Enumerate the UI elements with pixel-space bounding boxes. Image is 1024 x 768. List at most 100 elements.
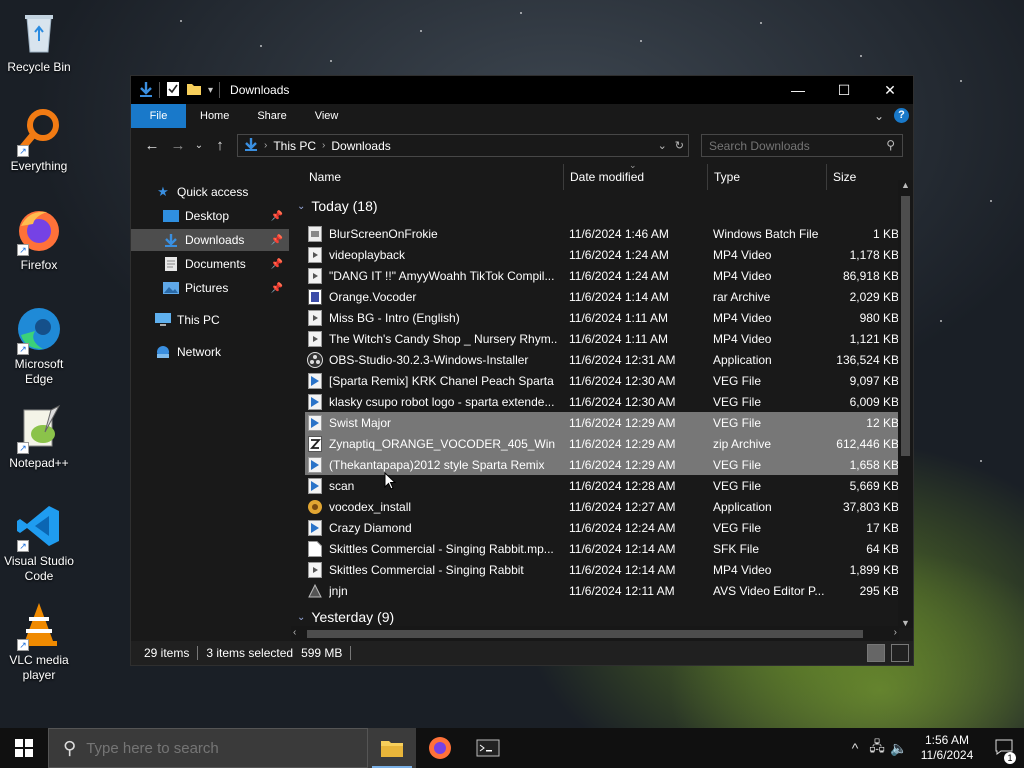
details-view-button[interactable] <box>867 644 885 662</box>
batch-file-icon <box>307 225 323 242</box>
file-row[interactable]: Skittles Commercial - Singing Rabbit.mp.… <box>305 538 903 559</box>
back-button[interactable]: ← <box>139 137 165 154</box>
notification-center-button[interactable]: 1 <box>984 739 1024 764</box>
maximize-button[interactable]: ☐ <box>821 76 867 104</box>
properties-icon[interactable] <box>166 81 180 100</box>
taskbar-search-box[interactable]: ⚲ <box>48 728 368 768</box>
desktop-icon-vscode[interactable]: ↗ Visual Studio Code <box>0 502 78 584</box>
scroll-up-icon[interactable]: ▲ <box>901 180 910 190</box>
nav-item-documents[interactable]: Documents 📌 <box>131 253 289 275</box>
new-folder-icon[interactable] <box>186 82 202 99</box>
file-row[interactable]: Miss BG - Intro (English) 11/6/2024 1:11 … <box>305 307 903 328</box>
group-header-yesterday[interactable]: ⌄ Yesterday (9) <box>297 609 394 625</box>
horizontal-scrollbar[interactable]: ‹ › <box>291 626 899 642</box>
file-row[interactable]: The Witch's Candy Shop _ Nursery Rhym...… <box>305 328 903 349</box>
nav-this-pc[interactable]: This PC <box>131 309 289 331</box>
file-row[interactable]: Swist Major 11/6/2024 12:29 AM VEG File 12 … <box>305 412 903 433</box>
video-file-icon <box>307 246 323 263</box>
customize-quick-access-icon[interactable]: ▾ <box>208 85 213 96</box>
file-row[interactable]: Orange.Vocoder 11/6/2024 1:14 AM rar Archi… <box>305 286 903 307</box>
column-size[interactable]: Size <box>827 169 856 191</box>
refresh-icon[interactable]: ↻ <box>675 139 684 152</box>
group-header-today[interactable]: ⌄ Today (18) <box>297 198 378 214</box>
file-row[interactable]: Crazy Diamond 11/6/2024 12:24 AM VEG File 1… <box>305 517 903 538</box>
file-row[interactable]: jnjn 11/6/2024 12:11 AM AVS Video Editor P… <box>305 580 903 601</box>
large-icons-view-button[interactable] <box>891 644 909 662</box>
file-row[interactable]: vocodex_install 11/6/2024 12:27 AM Applica… <box>305 496 903 517</box>
help-button[interactable]: ? <box>894 108 909 123</box>
tab-home[interactable]: Home <box>186 104 243 128</box>
scroll-left-icon[interactable]: ‹ <box>293 627 296 638</box>
up-button[interactable]: ↑ <box>207 137 233 154</box>
pin-icon: 📌 <box>270 282 283 294</box>
file-row[interactable]: "DANG IT !!" AmyyWoahh TikTok Compil... 1… <box>305 265 903 286</box>
address-history-icon[interactable]: ⌄ <box>658 139 667 152</box>
file-row[interactable]: videoplayback 11/6/2024 1:24 AM MP4 Video 1… <box>305 244 903 265</box>
scroll-right-icon[interactable]: › <box>894 627 897 638</box>
nav-quick-access[interactable]: ★ Quick access <box>131 181 289 203</box>
nav-network[interactable]: Network <box>131 341 289 363</box>
show-hidden-icons-icon[interactable]: ^ <box>844 740 866 756</box>
vertical-scrollbar[interactable]: ▲ ▼ <box>898 180 913 628</box>
recent-locations-button[interactable]: ⌄ <box>191 140 207 151</box>
file-name: scan <box>329 478 355 493</box>
taskbar-firefox[interactable] <box>416 728 464 768</box>
file-row[interactable]: BlurScreenOnFrokie 11/6/2024 1:46 AM Windo… <box>305 223 903 244</box>
terminal-icon <box>476 739 500 757</box>
volume-icon[interactable]: 🔈 <box>888 740 910 757</box>
address-bar[interactable]: › This PC › Downloads ⌄ ↻ <box>237 134 689 157</box>
nav-item-pictures[interactable]: Pictures 📌 <box>131 277 289 299</box>
desktop-icon-firefox[interactable]: ↗ Firefox <box>0 206 78 273</box>
column-type[interactable]: Type <box>708 169 740 191</box>
close-button[interactable]: ✕ <box>867 76 913 104</box>
column-name[interactable]: Name <box>303 169 341 191</box>
notepad-plus-plus-icon: ↗ <box>15 404 63 454</box>
file-row[interactable]: Zynaptiq_ORANGE_VOCODER_405_Win 11/6/2024… <box>305 433 903 454</box>
horizontal-scroll-thumb[interactable] <box>307 630 863 638</box>
file-type: MP4 Video <box>713 310 772 325</box>
forward-button[interactable]: → <box>165 137 191 154</box>
file-size: 12 KB <box>866 415 899 430</box>
file-name: klasky csupo robot logo - sparta extende… <box>329 394 555 409</box>
breadcrumb-this-pc[interactable]: This PC <box>267 139 322 153</box>
file-row[interactable]: klasky csupo robot logo - sparta extende… <box>305 391 903 412</box>
file-row[interactable]: [Sparta Remix] KRK Chanel Peach Sparta .… <box>305 370 903 391</box>
minimize-button[interactable]: — <box>775 76 821 104</box>
column-date-modified[interactable]: Date modified <box>564 169 644 191</box>
network-icon[interactable]: 🖧 <box>866 736 888 760</box>
video-file-icon <box>307 330 323 347</box>
pin-icon: 📌 <box>270 210 283 222</box>
veg-file-icon <box>307 519 323 536</box>
search-box[interactable]: ⚲ <box>701 134 903 157</box>
clock[interactable]: 1:56 AM 11/6/2024 <box>910 733 984 763</box>
desktop-icon-notepad-plus-plus[interactable]: ↗ Notepad++ <box>0 404 78 471</box>
search-input[interactable] <box>709 138 879 153</box>
tab-share[interactable]: Share <box>243 104 300 128</box>
desktop-icon-edge[interactable]: ↗ Microsoft Edge <box>0 305 78 387</box>
desktop-icon-recycle-bin[interactable]: Recycle Bin <box>0 8 78 75</box>
nav-item-desktop[interactable]: Desktop 📌 <box>131 205 289 227</box>
recycle-bin-icon <box>15 8 63 56</box>
nav-item-downloads[interactable]: Downloads 📌 <box>131 229 289 251</box>
scroll-down-icon[interactable]: ▼ <box>901 618 910 628</box>
tab-view[interactable]: View <box>301 104 353 128</box>
breadcrumb-downloads[interactable]: Downloads <box>325 139 396 153</box>
taskbar-search-input[interactable] <box>86 739 347 757</box>
desktop-icon-everything[interactable]: ↗ Everything <box>0 107 78 174</box>
file-row[interactable]: OBS-Studio-30.2.3-Windows-Installer 11/6/… <box>305 349 903 370</box>
taskbar-terminal[interactable] <box>464 728 512 768</box>
desktop-icon-vlc[interactable]: ↗ VLC media player <box>0 601 78 683</box>
tab-file[interactable]: File <box>131 104 186 128</box>
veg-file-icon <box>307 393 323 410</box>
start-button[interactable] <box>0 728 48 768</box>
file-type: VEG File <box>713 373 762 388</box>
file-row[interactable]: Skittles Commercial - Singing Rabbit 11/6… <box>305 559 903 580</box>
file-name: jnjn <box>329 583 348 598</box>
vertical-scroll-thumb[interactable] <box>901 196 910 456</box>
taskbar-file-explorer[interactable] <box>368 728 416 768</box>
file-date: 11/6/2024 12:31 AM <box>569 352 676 367</box>
title-bar[interactable]: ▾ Downloads — ☐ ✕ <box>131 76 913 104</box>
expand-ribbon-icon[interactable]: ⌄ <box>874 109 884 123</box>
windows-logo-icon <box>15 739 33 757</box>
vscode-icon: ↗ <box>15 502 63 552</box>
